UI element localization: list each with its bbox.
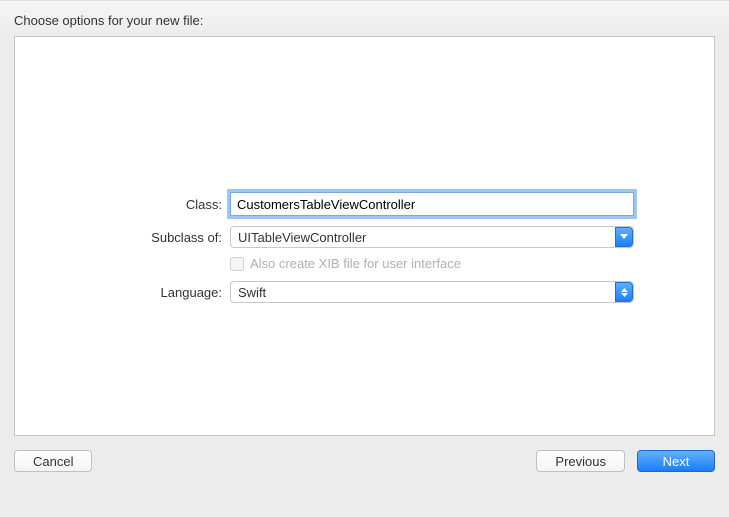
language-row: Language: Swift [15, 281, 634, 303]
subclass-value: UITableViewController [238, 230, 366, 245]
cancel-button[interactable]: Cancel [14, 450, 92, 472]
subclass-row: Subclass of: UITableViewController [15, 226, 634, 248]
xib-label: Also create XIB file for user interface [250, 256, 461, 271]
class-label: Class: [15, 197, 230, 212]
class-input[interactable] [230, 192, 634, 216]
next-button[interactable]: Next [637, 450, 715, 472]
language-select[interactable]: Swift [230, 281, 634, 303]
subclass-combobox[interactable]: UITableViewController [230, 226, 634, 248]
language-label: Language: [15, 285, 230, 300]
language-value: Swift [238, 285, 266, 300]
footer: Cancel Previous Next [0, 436, 729, 486]
form-area: Class: Subclass of: UITableViewControlle… [15, 192, 714, 313]
previous-button[interactable]: Previous [536, 450, 625, 472]
content-panel: Class: Subclass of: UITableViewControlle… [14, 36, 715, 436]
dialog-header: Choose options for your new file: [0, 0, 729, 36]
updown-icon [615, 282, 633, 302]
dialog-title: Choose options for your new file: [14, 13, 203, 28]
chevron-down-icon [615, 227, 633, 247]
xib-checkbox [230, 257, 244, 271]
class-row: Class: [15, 192, 634, 216]
xib-row: Also create XIB file for user interface [15, 256, 634, 271]
subclass-label: Subclass of: [15, 230, 230, 245]
